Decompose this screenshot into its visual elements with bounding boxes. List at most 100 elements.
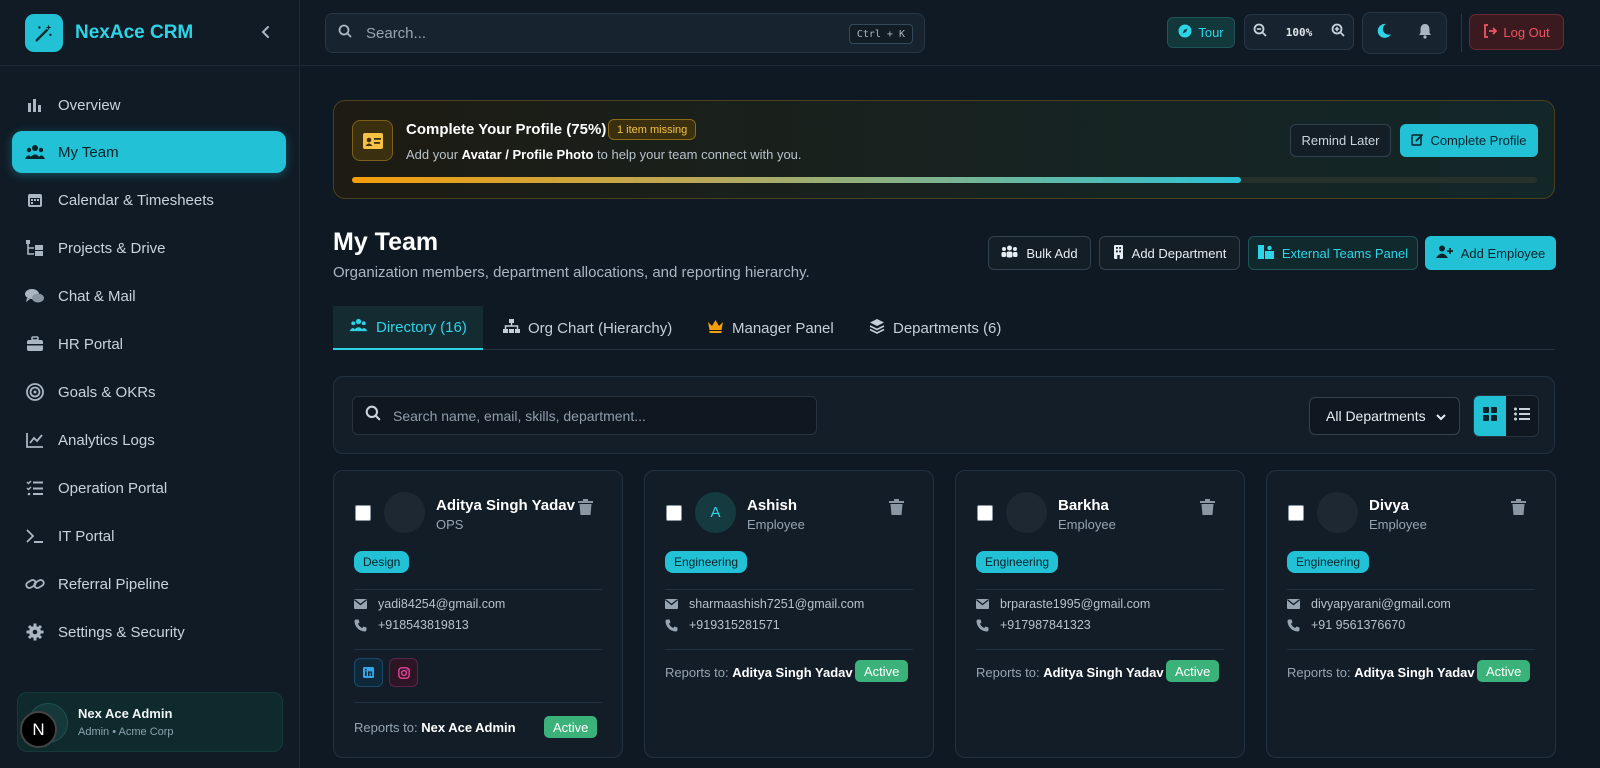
zoom-out-icon[interactable] [1253,23,1267,42]
user-role: Admin • Acme Corp [78,726,174,738]
remind-later-button[interactable]: Remind Later [1290,124,1391,157]
shortcut-hint: Ctrl + K [848,24,913,44]
employee-card[interactable]: Barkha Employee Engineering brparaste199… [955,470,1245,758]
page-title: My Team [333,228,439,256]
status-badge: Active [855,660,909,682]
sidebar-item-label: Overview [58,96,121,114]
view-toggle [1473,395,1539,437]
sidebar-item-projects[interactable]: Projects & Drive [12,227,286,269]
grid-icon [1483,406,1497,426]
zoom-control: 100% [1244,14,1354,50]
target-icon [24,382,46,402]
quick-actions [1362,12,1447,54]
employee-phone: +918543819813 [354,618,469,632]
missing-badge: 1 item missing [608,119,697,140]
divider [1287,589,1535,590]
divider [1287,649,1535,650]
sidebar-item-settings[interactable]: Settings & Security [12,611,286,653]
envelope-icon [354,599,368,609]
logout-button[interactable]: Log Out [1469,14,1564,50]
zoom-level[interactable]: 100% [1286,26,1313,39]
magic-wand-icon [25,14,63,52]
tab-directory[interactable]: Directory (16) [333,306,483,350]
employee-card[interactable]: A Ashish Employee Engineering sharmaashi… [644,470,934,758]
sidebar-item-label: Goals & OKRs [58,383,156,401]
trash-icon[interactable] [1511,499,1526,520]
avatar [1317,492,1358,533]
sidebar-item-label: Settings & Security [58,623,185,641]
sidebar-item-referral[interactable]: Referral Pipeline [12,563,286,605]
employee-email: sharmaashish7251@gmail.com [665,597,864,611]
id-card-icon [352,120,393,161]
chevron-left-icon[interactable] [256,22,276,42]
global-search-input[interactable]: Search... Ctrl + K [325,13,925,53]
divider [354,589,602,590]
logout-icon [1483,23,1498,41]
list-check-icon [24,478,46,498]
instagram-icon[interactable] [389,658,418,687]
add-employee-button[interactable]: Add Employee [1425,236,1556,270]
crown-icon [707,319,724,337]
divider [665,649,913,650]
select-checkbox[interactable] [355,505,371,521]
tour-button[interactable]: Tour [1167,17,1235,48]
zoom-in-icon[interactable] [1331,23,1345,42]
compass-icon [1178,24,1192,41]
tab-manager-panel[interactable]: Manager Panel [707,306,834,350]
trash-icon[interactable] [1200,499,1215,520]
sidebar-item-my-team[interactable]: My Team [12,131,286,173]
department-select[interactable]: All Departments [1309,397,1460,435]
trash-icon[interactable] [889,499,904,520]
select-checkbox[interactable] [1288,505,1304,521]
select-checkbox[interactable] [666,505,682,521]
moon-icon[interactable] [1376,23,1392,44]
sidebar-item-label: HR Portal [58,335,124,353]
sidebar: NexAce CRM Overview My Team Calendar & T… [0,0,300,768]
complete-profile-button[interactable]: Complete Profile [1400,124,1538,157]
tab-org-chart[interactable]: Org Chart (Hierarchy) [503,306,672,350]
sidebar-item-analytics[interactable]: Analytics Logs [12,419,286,461]
bulk-add-button[interactable]: Bulk Add [988,236,1091,270]
employee-card[interactable]: Aditya Singh Yadav OPS Design yadi84254@… [333,470,623,758]
directory-search-input[interactable]: Search name, email, skills, department..… [352,396,817,435]
next-badge[interactable]: N [20,711,57,748]
envelope-icon [1287,599,1301,609]
external-teams-button[interactable]: External Teams Panel [1248,236,1418,270]
tab-bar: Directory (16) Org Chart (Hierarchy) Man… [333,306,1555,350]
add-department-button[interactable]: Add Department [1099,236,1240,270]
sidebar-item-label: Calendar & Timesheets [58,191,214,209]
sidebar-item-hr[interactable]: HR Portal [12,323,286,365]
employee-phone: +91 9561376670 [1287,618,1405,632]
trash-icon[interactable] [578,499,593,520]
tab-departments[interactable]: Departments (6) [869,306,1001,350]
sidebar-item-operation[interactable]: Operation Portal [12,467,286,509]
status-badge: Active [544,716,598,738]
link-icon [24,574,46,594]
sidebar-item-label: Referral Pipeline [58,575,169,593]
directory-filter-panel: Search name, email, skills, department..… [333,376,1555,454]
grid-view-button[interactable] [1474,396,1506,436]
sidebar-item-goals[interactable]: Goals & OKRs [12,371,286,413]
bell-icon[interactable] [1417,23,1433,44]
sidebar-item-it[interactable]: IT Portal [12,515,286,557]
sidebar-item-calendar[interactable]: Calendar & Timesheets [12,179,286,221]
sidebar-item-label: Analytics Logs [58,431,155,449]
chat-icon [24,286,46,306]
employee-card[interactable]: Divya Employee Engineering divyapyarani@… [1266,470,1556,758]
user-profile-card[interactable]: Nex Ace Admin Admin • Acme Corp [17,692,283,752]
avatar [1006,492,1047,533]
users-icon [349,318,368,336]
sidebar-item-overview[interactable]: Overview [12,84,286,126]
sidebar-item-chat[interactable]: Chat & Mail [12,275,286,317]
line-chart-icon [24,430,46,450]
divider [0,65,300,66]
status-badge: Active [1166,660,1220,682]
linkedin-icon[interactable] [354,658,383,687]
divider [665,589,913,590]
brand[interactable]: NexAce CRM [25,14,193,52]
select-checkbox[interactable] [977,505,993,521]
users-group-icon [1001,245,1018,261]
reports-to: Reports to: Aditya Singh Yadav [1287,665,1475,680]
list-view-button[interactable] [1506,396,1538,436]
chart-bar-icon [24,95,46,115]
